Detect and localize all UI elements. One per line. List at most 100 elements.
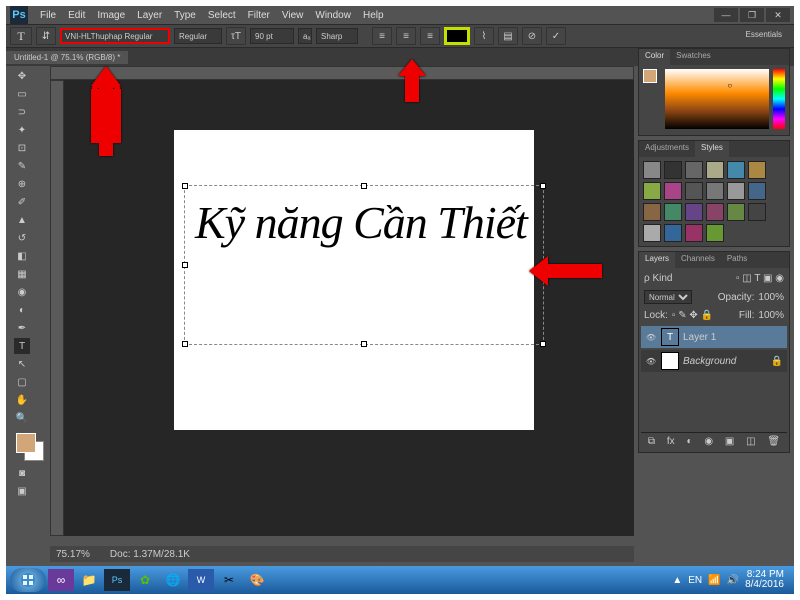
style-swatch[interactable] xyxy=(706,182,724,200)
style-swatch[interactable] xyxy=(706,203,724,221)
style-swatch[interactable] xyxy=(643,224,661,242)
style-swatch[interactable] xyxy=(643,203,661,221)
tray-volume-icon[interactable]: 🔊 xyxy=(727,575,739,586)
canvas-area[interactable]: Kỹ năng Cần Thiết xyxy=(64,80,634,536)
opacity-value[interactable]: 100% xyxy=(758,292,784,303)
menu-file[interactable]: File xyxy=(34,10,62,21)
taskbar-chrome-icon[interactable]: 🌐 xyxy=(160,569,186,591)
canvas[interactable]: Kỹ năng Cần Thiết xyxy=(174,130,534,430)
gradient-tool[interactable]: ▦ xyxy=(14,266,30,282)
taskbar-explorer-icon[interactable]: 📁 xyxy=(76,569,102,591)
warp-text-button[interactable]: ⌇ xyxy=(474,27,494,45)
character-panel-button[interactable]: ▤ xyxy=(498,27,518,45)
style-swatch[interactable] xyxy=(748,161,766,179)
tray-network-icon[interactable]: 📶 xyxy=(708,575,720,586)
paths-tab[interactable]: Paths xyxy=(721,252,753,268)
align-right-button[interactable]: ≡ xyxy=(420,27,440,45)
antialiasing-select[interactable]: Sharp xyxy=(316,28,358,44)
link-layers-button[interactable]: ⧉ xyxy=(648,436,655,447)
menu-image[interactable]: Image xyxy=(91,10,131,21)
maximize-button[interactable]: ❐ xyxy=(740,8,764,22)
style-swatch[interactable] xyxy=(685,182,703,200)
fill-value[interactable]: 100% xyxy=(758,310,784,321)
adjustments-tab[interactable]: Adjustments xyxy=(639,141,695,157)
style-swatch[interactable] xyxy=(727,161,745,179)
minimize-button[interactable]: — xyxy=(714,8,738,22)
close-button[interactable]: ✕ xyxy=(766,8,790,22)
tray-flag-icon[interactable]: ▲ xyxy=(672,575,682,586)
menu-type[interactable]: Type xyxy=(168,10,202,21)
menu-edit[interactable]: Edit xyxy=(62,10,91,21)
history-brush-tool[interactable]: ↺ xyxy=(14,230,30,246)
fx-button[interactable]: fx xyxy=(667,436,675,447)
text-color-swatch[interactable] xyxy=(444,27,470,45)
taskbar-word-icon[interactable]: W xyxy=(188,569,214,591)
marquee-tool[interactable]: ▭ xyxy=(14,86,30,102)
color-fg-swatch[interactable] xyxy=(643,69,657,83)
stamp-tool[interactable]: ▲ xyxy=(14,212,30,228)
visibility-icon[interactable]: 👁 xyxy=(645,331,657,343)
taskbar-paint-icon[interactable]: 🎨 xyxy=(244,569,270,591)
channels-tab[interactable]: Channels xyxy=(675,252,721,268)
cancel-button[interactable]: ⊘ xyxy=(522,27,542,45)
start-button[interactable] xyxy=(10,568,46,592)
shape-tool[interactable]: ▢ xyxy=(14,374,30,390)
heal-tool[interactable]: ⊕ xyxy=(14,176,30,192)
visibility-icon[interactable]: 👁 xyxy=(645,355,657,367)
swatches-tab[interactable]: Swatches xyxy=(670,49,717,65)
language-indicator[interactable]: EN xyxy=(688,575,702,586)
menu-filter[interactable]: Filter xyxy=(242,10,276,21)
style-swatch[interactable] xyxy=(706,161,724,179)
blend-mode-select[interactable]: Normal xyxy=(644,290,692,304)
menu-layer[interactable]: Layer xyxy=(131,10,168,21)
style-swatch[interactable] xyxy=(748,182,766,200)
style-swatch[interactable] xyxy=(706,224,724,242)
font-family-select[interactable]: VNI-HLThuphap Regular xyxy=(60,28,170,44)
style-swatch[interactable] xyxy=(664,161,682,179)
eraser-tool[interactable]: ◧ xyxy=(14,248,30,264)
zoom-tool[interactable]: 🔍 xyxy=(14,410,30,426)
document-tab[interactable]: Untitled-1 @ 75.1% (RGB/8) * xyxy=(6,51,128,64)
hand-tool[interactable]: ✋ xyxy=(14,392,30,408)
group-button[interactable]: ▣ xyxy=(725,436,734,447)
style-swatch[interactable] xyxy=(685,203,703,221)
layer-row-1[interactable]: 👁 T Layer 1 xyxy=(641,326,787,348)
move-tool[interactable]: ✥ xyxy=(14,68,30,84)
adjustment-layer-button[interactable]: ◉ xyxy=(704,436,713,447)
taskbar-ps-icon[interactable]: Ps xyxy=(104,569,130,591)
quickmask-button[interactable]: ◙ xyxy=(14,465,30,481)
taskbar-coccoc-icon[interactable]: ✿ xyxy=(132,569,158,591)
style-swatch[interactable] xyxy=(685,161,703,179)
style-swatch[interactable] xyxy=(748,203,766,221)
color-picker[interactable] xyxy=(14,431,46,463)
align-center-button[interactable]: ≡ xyxy=(396,27,416,45)
style-swatch[interactable] xyxy=(664,182,682,200)
blur-tool[interactable]: ◉ xyxy=(14,284,30,300)
type-tool[interactable]: T xyxy=(14,338,30,354)
mask-button[interactable]: ◐ xyxy=(686,436,692,447)
font-size-select[interactable]: 90 pt xyxy=(250,28,294,44)
new-layer-button[interactable]: ◫ xyxy=(746,436,755,447)
layer-row-bg[interactable]: 👁 Background 🔒 xyxy=(641,350,787,372)
hue-bar[interactable] xyxy=(773,69,785,129)
style-swatch[interactable] xyxy=(727,203,745,221)
style-swatch[interactable] xyxy=(643,182,661,200)
delete-layer-button[interactable]: 🗑 xyxy=(767,436,780,447)
menu-help[interactable]: Help xyxy=(357,10,390,21)
zoom-level[interactable]: 75.17% xyxy=(56,549,90,560)
style-swatch[interactable] xyxy=(727,182,745,200)
dodge-tool[interactable]: ◐ xyxy=(14,302,30,318)
style-swatch[interactable] xyxy=(664,224,682,242)
clock[interactable]: 8:24 PM8/4/2016 xyxy=(745,570,784,590)
eyedropper-tool[interactable]: ✎ xyxy=(14,158,30,174)
text-content[interactable]: Kỹ năng Cần Thiết xyxy=(185,186,543,259)
styles-tab[interactable]: Styles xyxy=(695,141,729,157)
style-swatch[interactable] xyxy=(685,224,703,242)
wand-tool[interactable]: ✦ xyxy=(14,122,30,138)
layers-tab[interactable]: Layers xyxy=(639,252,675,268)
taskbar-snip-icon[interactable]: ✂ xyxy=(216,569,242,591)
pen-tool[interactable]: ✒ xyxy=(14,320,30,336)
orientation-button[interactable]: ⇵ xyxy=(36,27,56,45)
text-box[interactable]: Kỹ năng Cần Thiết xyxy=(184,185,544,345)
style-swatch[interactable] xyxy=(643,161,661,179)
